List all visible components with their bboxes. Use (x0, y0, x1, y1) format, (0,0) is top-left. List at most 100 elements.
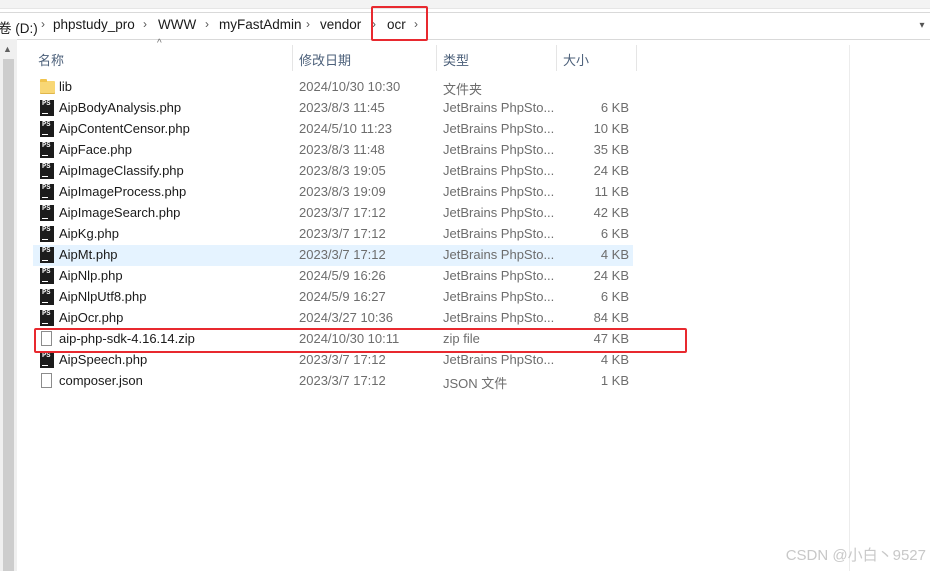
file-row[interactable]: PS AipKg.php 2023/3/7 17:12 JetBrains PhpSt… (33, 224, 633, 245)
file-date: 2024/5/9 16:27 (299, 289, 386, 304)
file-size: 11 KB (594, 184, 629, 199)
file-date: 2024/3/27 10:36 (299, 310, 393, 325)
scrollbar-thumb[interactable] (3, 59, 14, 571)
file-row[interactable]: PS AipFace.php 2023/8/3 11:48 JetBrains Php… (33, 140, 633, 161)
phpstorm-file-icon: PS (40, 142, 54, 158)
pane-divider (849, 45, 850, 571)
file-date: 2023/8/3 19:09 (299, 184, 386, 199)
chevron-right-icon[interactable]: › (41, 17, 45, 31)
file-name: AipBodyAnalysis.php (59, 100, 182, 115)
phpstorm-file-icon: PS (40, 310, 54, 326)
file-size: 6 KB (600, 226, 629, 241)
phpstorm-file-icon: PS (40, 268, 54, 284)
file-size: 84 KB (593, 310, 629, 325)
column-divider[interactable] (556, 45, 557, 71)
phpstorm-file-icon: PS (40, 289, 54, 305)
file-date: 2023/8/3 11:48 (299, 142, 385, 157)
file-size: 6 KB (600, 100, 629, 115)
file-row[interactable]: PS AipContentCensor.php 2024/5/10 11:23 Jet… (33, 119, 633, 140)
highlight-box-ocr (371, 6, 428, 41)
file-date: 2024/10/30 10:30 (299, 79, 401, 94)
phpstorm-file-icon: PS (40, 226, 54, 242)
file-name: AipKg.php (59, 226, 119, 241)
file-size: 4 KB (600, 247, 629, 262)
file-name: AipSpeech.php (59, 352, 148, 367)
sort-ascending-icon: ^ (157, 38, 162, 49)
column-header-type[interactable]: 类型 (443, 50, 469, 76)
file-type: JetBrains PhpSto... (443, 121, 555, 136)
file-type: JetBrains PhpSto... (443, 268, 555, 283)
scroll-up-icon[interactable]: ▲ (3, 44, 12, 54)
column-divider[interactable] (636, 45, 637, 71)
file-name: AipNlp.php (59, 268, 123, 283)
breadcrumb-drive[interactable]: 卷 (D:) (0, 17, 38, 37)
file-date: 2023/3/7 17:12 (299, 226, 386, 241)
file-row[interactable]: PS AipNlp.php 2024/5/9 16:26 JetBrains PhpS… (33, 266, 633, 287)
breadcrumb-www[interactable]: WWW (158, 17, 196, 32)
file-row[interactable]: composer.json 2023/3/7 17:12 JSON 文件 1 KB (33, 371, 633, 392)
file-row[interactable]: PS AipNlpUtf8.php 2024/5/9 16:27 JetBrains … (33, 287, 633, 308)
address-bar[interactable]: 卷 (D:) › phpstudy_pro › WWW › myFastAdmi… (0, 12, 930, 40)
file-row[interactable]: PS AipImageClassify.php 2023/8/3 19:05 JetB… (33, 161, 633, 182)
phpstorm-file-icon: PS (40, 205, 54, 221)
file-name: AipImageSearch.php (59, 205, 181, 220)
file-date: 2023/3/7 17:12 (299, 205, 386, 220)
address-dropdown-icon[interactable]: ▾ (914, 13, 930, 39)
file-row[interactable]: lib 2024/10/30 10:30 文件夹 (33, 77, 633, 98)
file-type: JetBrains PhpSto... (443, 310, 555, 325)
column-header-size[interactable]: 大小 (563, 50, 589, 76)
chevron-right-icon[interactable]: › (306, 17, 310, 31)
chevron-right-icon[interactable]: › (205, 17, 209, 31)
phpstorm-file-icon: PS (40, 121, 54, 137)
file-size: 42 KB (593, 205, 629, 220)
phpstorm-file-icon: PS (40, 247, 54, 263)
file-type: JetBrains PhpSto... (443, 142, 555, 157)
file-name: AipImageClassify.php (59, 163, 184, 178)
file-type: JetBrains PhpSto... (443, 100, 555, 115)
column-divider[interactable] (436, 45, 437, 71)
file-name: AipOcr.php (59, 310, 124, 325)
file-date: 2023/8/3 19:05 (299, 163, 386, 178)
phpstorm-file-icon: PS (40, 100, 54, 116)
file-size: 1 KB (600, 373, 629, 388)
file-date: 2023/8/3 11:45 (299, 100, 385, 115)
file-row[interactable]: PS AipSpeech.php 2023/3/7 17:12 JetBrains P… (33, 350, 633, 371)
json-file-icon (41, 373, 52, 388)
file-row[interactable]: PS AipOcr.php 2024/3/27 10:36 JetBrains Php… (33, 308, 633, 329)
file-type: JetBrains PhpSto... (443, 289, 555, 304)
ribbon-strip (0, 0, 930, 9)
file-date: 2023/3/7 17:12 (299, 247, 386, 262)
file-type: JetBrains PhpSto... (443, 226, 555, 241)
watermark: CSDN @小白丶9527 (785, 547, 926, 564)
file-name: AipNlpUtf8.php (59, 289, 147, 304)
navigation-pane-scrollbar[interactable]: ▲ (0, 39, 17, 571)
file-name: lib (59, 79, 73, 94)
file-type: JSON 文件 (443, 376, 508, 391)
column-header-date[interactable]: 修改日期 (299, 50, 351, 76)
file-size: 24 KB (593, 268, 629, 283)
file-type: JetBrains PhpSto... (443, 247, 555, 262)
file-row[interactable]: PS AipImageSearch.php 2023/3/7 17:12 JetBra… (33, 203, 633, 224)
file-type: 文件夹 (443, 82, 483, 97)
breadcrumb-phpstudy[interactable]: phpstudy_pro (53, 17, 135, 32)
file-name: AipMt.php (59, 247, 118, 262)
file-name: AipImageProcess.php (59, 184, 187, 199)
file-type: JetBrains PhpSto... (443, 205, 555, 220)
phpstorm-file-icon: PS (40, 352, 54, 368)
file-row[interactable]: PS AipMt.php 2023/3/7 17:12 JetBrains PhpSt… (33, 245, 633, 266)
file-size: 4 KB (600, 352, 629, 367)
chevron-right-icon[interactable]: › (143, 17, 147, 31)
highlight-box-zip (34, 328, 687, 353)
breadcrumb-myfastadmin[interactable]: myFastAdmin (219, 17, 302, 32)
file-date: 2023/3/7 17:12 (299, 352, 386, 367)
file-size: 24 KB (593, 163, 629, 178)
phpstorm-file-icon: PS (40, 163, 54, 179)
file-row[interactable]: PS AipBodyAnalysis.php 2023/8/3 11:45 JetBr… (33, 98, 633, 119)
file-size: 35 KB (593, 142, 629, 157)
phpstorm-file-icon: PS (40, 184, 54, 200)
folder-icon (40, 79, 55, 94)
file-row[interactable]: PS AipImageProcess.php 2023/8/3 19:09 JetBr… (33, 182, 633, 203)
breadcrumb-vendor[interactable]: vendor (320, 17, 361, 32)
column-divider[interactable] (292, 45, 293, 71)
column-header-name[interactable]: 名称 (38, 50, 64, 76)
